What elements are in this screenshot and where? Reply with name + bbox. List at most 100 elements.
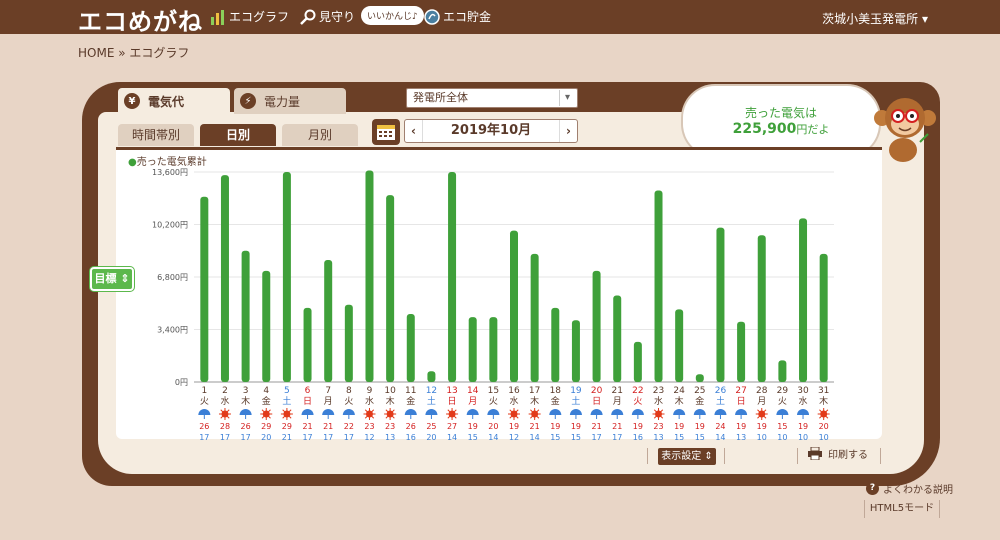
high-temp-label: 24: [715, 422, 725, 431]
nav-watch-label: 見守り: [319, 10, 356, 24]
umbrella-icon: [239, 409, 252, 415]
question-icon: ?: [866, 482, 879, 495]
low-temp-label: 10: [798, 433, 808, 440]
low-temp-label: 13: [385, 433, 395, 440]
next-month-button[interactable]: ›: [559, 120, 577, 142]
tab-electricity-cost[interactable]: ¥ 電気代: [118, 88, 230, 114]
umbrella-icon: [466, 409, 479, 415]
goal-button[interactable]: 目標 ⇕: [90, 267, 134, 291]
weekday-label: 水: [654, 395, 663, 407]
y-tick-label: 3,400円: [157, 326, 188, 335]
high-temp-label: 22: [344, 422, 354, 431]
bar: [530, 253, 539, 382]
low-temp-label: 17: [612, 433, 622, 440]
prev-month-button[interactable]: ‹: [405, 120, 423, 142]
sold-electricity-bubble: 売った電気は 225,900円だよ: [683, 86, 879, 156]
high-temp-label: 23: [385, 422, 395, 431]
low-temp-label: 15: [695, 433, 705, 440]
nav-eco-saving-label: エコ貯金: [443, 10, 492, 24]
weekday-label: 木: [530, 395, 539, 407]
x-tick-label: 22: [632, 386, 643, 396]
low-temp-label: 15: [674, 433, 684, 440]
html5-mode-link[interactable]: HTML5モード: [864, 500, 940, 518]
low-temp-label: 10: [819, 433, 829, 440]
x-tick-label: 24: [673, 386, 685, 396]
tab-power-amount[interactable]: ⚡ 電力量: [234, 88, 346, 114]
nav-watch[interactable]: 見守り: [300, 8, 355, 25]
x-tick-label: 21: [611, 386, 622, 396]
nav-eco-saving[interactable]: エコ貯金: [424, 8, 491, 25]
bolt-icon: ⚡: [240, 93, 256, 109]
weekday-label: 月: [468, 396, 477, 407]
umbrella-icon: [425, 409, 438, 415]
umbrella-icon: [735, 409, 748, 415]
x-tick-label: 30: [797, 386, 809, 396]
nav-ecograph[interactable]: エコグラフ: [210, 8, 289, 25]
x-tick-label: 3: [243, 386, 249, 396]
tab-monthly[interactable]: 月別: [282, 124, 358, 146]
app-logo[interactable]: エコめがね: [78, 2, 203, 37]
low-temp-label: 13: [653, 433, 663, 440]
high-temp-label: 19: [695, 422, 705, 431]
bar: [303, 307, 312, 382]
sold-electricity-caption: 売った電気は: [744, 106, 817, 120]
calendar-icon[interactable]: [372, 119, 400, 145]
bar: [344, 304, 353, 382]
bar: [571, 320, 580, 382]
x-tick-label: 18: [550, 386, 562, 396]
help-link[interactable]: ? よくわかる説明: [866, 481, 953, 496]
y-tick-label: 13,600円: [152, 168, 188, 177]
x-tick-label: 16: [508, 386, 520, 396]
high-temp-label: 21: [323, 422, 333, 431]
umbrella-icon: [301, 409, 314, 415]
divider: [797, 448, 798, 464]
nav-ecograph-label: エコグラフ: [229, 10, 290, 24]
plant-select[interactable]: 発電所全体 ▾: [406, 88, 578, 108]
x-tick-label: 6: [305, 386, 311, 396]
plant-select-value: 発電所全体: [413, 91, 468, 104]
current-month-label: 2019年10月: [450, 123, 532, 138]
bar: [613, 295, 622, 382]
tab-daily[interactable]: 日別: [200, 124, 276, 146]
bar: [468, 317, 477, 382]
weekday-label: 金: [262, 395, 271, 407]
print-button[interactable]: 印刷する: [808, 446, 868, 461]
high-temp-label: 19: [674, 422, 684, 431]
weekday-label: 木: [675, 395, 684, 407]
bar: [510, 230, 518, 382]
x-tick-label: 5: [284, 386, 290, 396]
breadcrumb[interactable]: HOME » エコグラフ: [78, 44, 189, 61]
high-temp-label: 19: [736, 422, 746, 431]
plant-selector[interactable]: 茨城小美玉発電所 ▾: [822, 10, 928, 27]
display-settings-button[interactable]: 表示設定 ⇕: [658, 448, 716, 465]
high-temp-label: 29: [282, 422, 292, 431]
low-temp-label: 12: [364, 433, 374, 440]
high-temp-label: 27: [447, 422, 457, 431]
bar: [406, 314, 415, 382]
x-tick-label: 20: [591, 386, 603, 396]
printer-icon: [808, 447, 822, 460]
umbrella-icon: [693, 409, 706, 415]
low-temp-label: 20: [261, 433, 271, 440]
low-temp-label: 17: [323, 433, 333, 440]
low-temp-label: 15: [550, 433, 560, 440]
high-temp-label: 19: [509, 422, 519, 431]
low-temp-label: 20: [426, 433, 436, 440]
low-temp-label: 17: [344, 433, 354, 440]
high-temp-label: 21: [591, 422, 601, 431]
low-temp-label: 14: [530, 433, 540, 440]
low-temp-label: 10: [777, 433, 787, 440]
low-temp-label: 17: [591, 433, 601, 440]
low-temp-label: 12: [509, 433, 519, 440]
umbrella-icon: [673, 409, 686, 415]
weekday-label: 土: [427, 395, 436, 407]
weekday-label: 水: [509, 395, 518, 407]
high-temp-label: 26: [406, 422, 416, 431]
high-temp-label: 23: [364, 422, 374, 431]
high-temp-label: 19: [571, 422, 581, 431]
umbrella-icon: [569, 409, 582, 415]
high-temp-label: 19: [468, 422, 478, 431]
weekday-label: 月: [613, 396, 622, 407]
divider: [724, 448, 725, 464]
tab-hourly[interactable]: 時間帯別: [118, 124, 194, 146]
